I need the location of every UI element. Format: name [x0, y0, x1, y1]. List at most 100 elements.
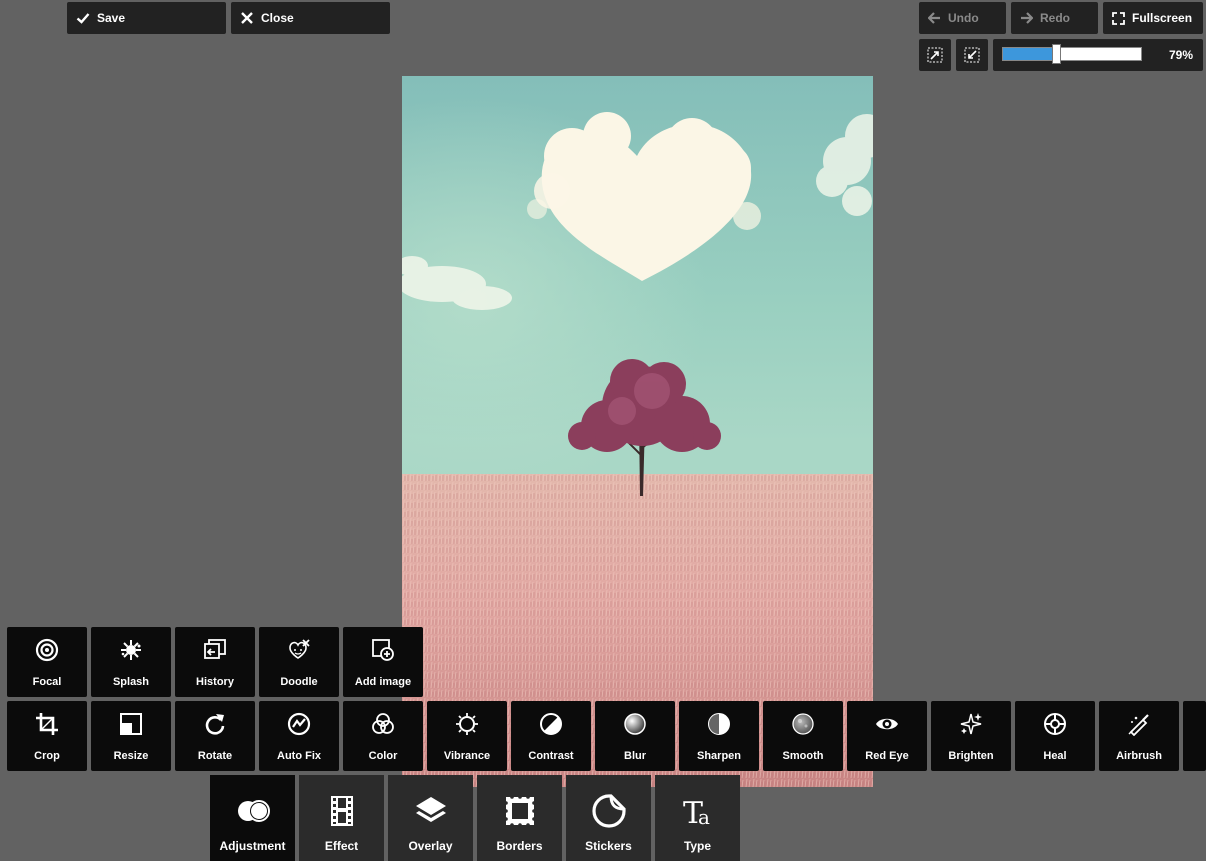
tool-label: Brighten: [948, 750, 994, 762]
zoom-slider-fill: [1003, 48, 1056, 60]
tool-focal[interactable]: Focal: [7, 627, 87, 697]
tool-resize[interactable]: Resize: [91, 701, 171, 771]
tab-borders[interactable]: Borders: [477, 775, 562, 861]
borders-icon: [504, 795, 536, 827]
tab-type[interactable]: Ta Type: [655, 775, 740, 861]
tab-label: Effect: [324, 839, 359, 853]
stickers-icon: [592, 794, 626, 828]
tool-add-image[interactable]: Add image: [343, 627, 423, 697]
red-eye-icon: [876, 718, 898, 730]
close-label: Close: [261, 11, 294, 25]
tool-smooth[interactable]: Smooth: [763, 701, 843, 771]
focal-icon: [35, 638, 59, 662]
tab-label: Type: [683, 839, 712, 853]
undo-button[interactable]: Undo: [919, 2, 1006, 34]
tool-label: Smooth: [782, 750, 824, 762]
tool-label: Focal: [32, 676, 62, 688]
tool-auto-fix[interactable]: Auto Fix: [259, 701, 339, 771]
sharpen-icon: [708, 713, 730, 735]
fit-to-screen-button[interactable]: [919, 39, 951, 71]
save-button[interactable]: Save: [67, 2, 226, 34]
close-icon: [241, 12, 253, 24]
tool-label: Vibrance: [443, 750, 491, 762]
tool-label: Auto Fix: [277, 750, 321, 762]
tool-label: Blur: [624, 750, 646, 762]
vibrance-icon: [456, 713, 478, 735]
checkmark-icon: [76, 13, 90, 24]
tool-blur[interactable]: Blur: [595, 701, 675, 771]
fit-to-screen-icon: [927, 47, 943, 63]
fullscreen-button[interactable]: Fullscreen: [1103, 2, 1203, 34]
arrow-left-icon: [928, 12, 940, 24]
tool-doodle[interactable]: Doodle: [259, 627, 339, 697]
tool-rotate[interactable]: Rotate: [175, 701, 255, 771]
zoom-slider-thumb[interactable]: [1052, 44, 1061, 64]
tool-red-eye[interactable]: Red Eye: [847, 701, 927, 771]
tool-label: History: [196, 676, 234, 688]
tools-overflow-tile[interactable]: [1183, 701, 1206, 771]
tool-contrast[interactable]: Contrast: [511, 701, 591, 771]
effect-film-icon: [331, 796, 353, 826]
heal-icon: [1044, 713, 1066, 735]
undo-label: Undo: [948, 11, 979, 25]
tool-label: Add image: [354, 676, 412, 688]
tool-label: Contrast: [528, 750, 574, 762]
tab-stickers[interactable]: Stickers: [566, 775, 651, 861]
tool-label: Color: [368, 750, 398, 762]
tool-label: Airbrush: [1116, 750, 1162, 762]
tab-effect[interactable]: Effect: [299, 775, 384, 861]
tab-adjustment[interactable]: Adjustment: [210, 775, 295, 861]
splash-icon: [121, 640, 141, 660]
arrow-right-icon: [1021, 12, 1033, 24]
photo-image: [402, 76, 873, 787]
brighten-icon: [960, 713, 982, 735]
actual-size-button[interactable]: [956, 39, 988, 71]
tool-label: Sharpen: [696, 750, 741, 762]
rotate-icon: [205, 714, 225, 735]
crop-icon: [36, 713, 58, 735]
tool-label: Splash: [112, 676, 150, 688]
smooth-icon: [792, 713, 814, 735]
tab-label: Borders: [496, 839, 543, 853]
tab-label: Stickers: [585, 839, 632, 853]
zoom-slider[interactable]: [1002, 44, 1142, 64]
auto-fix-icon: [287, 712, 311, 736]
tool-crop[interactable]: Crop: [7, 701, 87, 771]
tool-vibrance[interactable]: Vibrance: [427, 701, 507, 771]
close-button[interactable]: Close: [231, 2, 390, 34]
add-image-icon: [372, 639, 394, 661]
resize-icon: [120, 713, 142, 735]
tool-label: Resize: [113, 750, 149, 762]
zoom-control: 79%: [993, 39, 1203, 71]
adjustment-icon: [238, 800, 270, 822]
redo-button[interactable]: Redo: [1011, 2, 1098, 34]
tool-history[interactable]: History: [175, 627, 255, 697]
overlay-layers-icon: [416, 797, 446, 822]
tool-label: Red Eye: [865, 750, 909, 762]
tool-color[interactable]: Color: [343, 701, 423, 771]
tool-label: Doodle: [280, 676, 318, 688]
tab-label: Overlay: [408, 839, 453, 853]
airbrush-icon: [1128, 714, 1149, 736]
tool-brighten[interactable]: Brighten: [931, 701, 1011, 771]
doodle-icon: [289, 639, 310, 659]
save-label: Save: [97, 11, 126, 25]
tool-splash[interactable]: Splash: [91, 627, 171, 697]
tool-label: Heal: [1043, 750, 1067, 762]
tool-label: Crop: [34, 750, 60, 762]
photo-canvas[interactable]: [402, 76, 873, 787]
actual-size-icon: [964, 47, 980, 63]
tool-heal[interactable]: Heal: [1015, 701, 1095, 771]
zoom-value: 79%: [1168, 48, 1193, 62]
type-icon: Ta: [683, 796, 710, 829]
tool-airbrush[interactable]: Airbrush: [1099, 701, 1179, 771]
redo-label: Redo: [1040, 11, 1070, 25]
tool-sharpen[interactable]: Sharpen: [679, 701, 759, 771]
fullscreen-label: Fullscreen: [1132, 11, 1193, 25]
blur-icon: [624, 713, 646, 735]
fullscreen-icon: [1112, 11, 1125, 25]
svg-text:a: a: [698, 805, 710, 829]
tab-overlay[interactable]: Overlay: [388, 775, 473, 861]
color-icon: [372, 713, 394, 734]
tab-label: Adjustment: [219, 839, 286, 853]
